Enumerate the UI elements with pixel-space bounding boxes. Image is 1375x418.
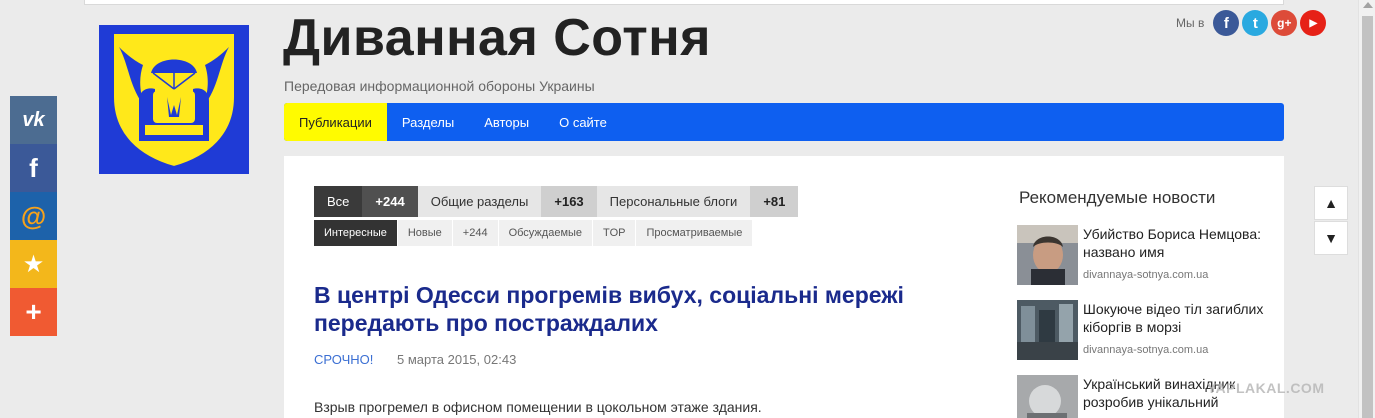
tab-general-count[interactable]: +163 [541, 186, 597, 217]
social-label: Мы в [1176, 16, 1205, 30]
news-thumbnail-image[interactable] [1017, 300, 1078, 360]
mail-share-icon[interactable]: @ [10, 192, 57, 240]
favorite-share-icon[interactable]: ★ [10, 240, 57, 288]
watermark: YAPLAKAL.COM [1207, 380, 1325, 396]
subtab-new-count[interactable]: +244 [452, 220, 499, 246]
recommended-item[interactable]: Убийство Бориса Немцова: названо имя div… [1017, 225, 1267, 287]
facebook-share-icon[interactable]: f [10, 144, 57, 192]
article-date: 5 марта 2015, 02:43 [397, 352, 517, 367]
nav-item-authors[interactable]: Авторы [469, 103, 544, 141]
site-subtitle: Передовая информационной обороны Украины [284, 78, 595, 94]
news-thumbnail-image[interactable] [1017, 225, 1078, 285]
tab-general-sections[interactable]: Общие разделы [417, 186, 542, 217]
twitter-icon[interactable]: t [1242, 10, 1269, 36]
scroll-down-button[interactable]: ▼ [1314, 221, 1348, 255]
nav-item-sections[interactable]: Разделы [387, 103, 469, 141]
arrow-up-icon: ▲ [1324, 195, 1338, 211]
share-bar: vk f @ ★ + [10, 96, 57, 336]
tab-personal-blogs[interactable]: Персональные блоги [596, 186, 751, 217]
article-title[interactable]: В центрі Одесси прогремів вибух, соціаль… [314, 281, 934, 337]
subtab-interesting[interactable]: Интересные [314, 220, 398, 246]
facebook-icon[interactable]: f [1213, 10, 1240, 36]
tab-blogs-count[interactable]: +81 [750, 186, 799, 217]
top-strip [84, 0, 1284, 5]
vk-share-icon[interactable]: vk [10, 96, 57, 144]
arrow-down-icon: ▼ [1324, 230, 1338, 246]
article-lead: Взрыв прогремел в офисном помещении в цо… [314, 399, 762, 415]
site-logo[interactable] [99, 25, 249, 174]
youtube-icon[interactable]: ▶ [1300, 10, 1327, 36]
subtab-discussed[interactable]: Обсуждаемые [498, 220, 594, 246]
site-title[interactable]: Диванная Сотня [283, 8, 711, 68]
article-meta: СРОЧНО! 5 марта 2015, 02:43 [314, 352, 516, 367]
recommended-item[interactable]: Шокуюче відео тіл загиблих кіборгів в мо… [1017, 300, 1267, 362]
subtab-top[interactable]: TOP [593, 220, 637, 246]
nav-item-about[interactable]: О сайте [544, 103, 622, 141]
recommended-item-title[interactable]: Шокуюче відео тіл загиблих кіборгів в мо… [1083, 300, 1267, 336]
news-thumbnail-image[interactable] [1017, 375, 1078, 418]
content-panel: Все +244 Общие разделы +163 Персональные… [284, 156, 1284, 418]
subtab-most-viewed[interactable]: Просматриваемые [636, 220, 754, 246]
social-links: Мы в f t g+ ▶ [1176, 10, 1327, 36]
sort-tabs: Интересные Новые +244 Обсуждаемые TOP Пр… [314, 220, 754, 246]
tab-all-count[interactable]: +244 [362, 186, 418, 217]
subtab-new[interactable]: Новые [397, 220, 453, 246]
scrollbar[interactable] [1358, 0, 1375, 418]
google-plus-icon[interactable]: g+ [1271, 10, 1298, 36]
recommended-title: Рекомендуемые новости [1019, 188, 1216, 207]
feed-tabs: Все +244 Общие разделы +163 Персональные… [314, 186, 799, 217]
scroll-up-arrow-icon[interactable] [1363, 2, 1373, 8]
tab-all[interactable]: Все [314, 186, 363, 217]
main-nav: Публикации Разделы Авторы О сайте [284, 103, 1284, 141]
recommended-item-title[interactable]: Убийство Бориса Немцова: названо имя [1083, 225, 1267, 261]
article-category[interactable]: СРОЧНО! [314, 352, 373, 367]
recommended-item-source: divannaya-sotnya.com.ua [1083, 344, 1209, 356]
more-share-icon[interactable]: + [10, 288, 57, 336]
scroll-up-button[interactable]: ▲ [1314, 186, 1348, 220]
logo-emblem [99, 25, 249, 174]
recommended-item-source: divannaya-sotnya.com.ua [1083, 269, 1209, 281]
scroll-thumb[interactable] [1362, 16, 1373, 418]
nav-item-publications[interactable]: Публикации [284, 103, 387, 141]
